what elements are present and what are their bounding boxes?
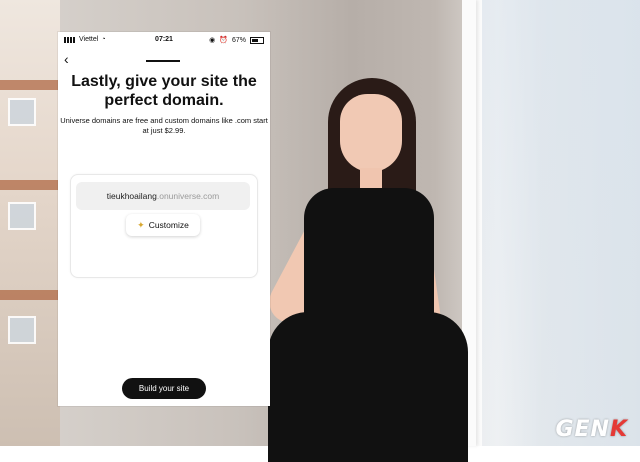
alarm-icon: ◉ bbox=[209, 37, 216, 44]
battery-percent: 67% bbox=[231, 36, 246, 44]
building-floor bbox=[0, 80, 60, 90]
watermark-logo: GENK bbox=[555, 417, 628, 442]
customize-button[interactable]: ✦ Customize bbox=[126, 214, 200, 236]
build-your-site-button[interactable]: Build your site bbox=[122, 378, 206, 399]
person-face bbox=[340, 94, 402, 172]
building-floor bbox=[0, 290, 60, 300]
battery-icon bbox=[250, 36, 264, 44]
phone-screenshot: Viettel ◔ 07:21 ◉ ⏰ 67% ‹ Lastly, give y… bbox=[58, 32, 270, 406]
building-window bbox=[8, 98, 36, 126]
customize-label: Customize bbox=[148, 220, 189, 230]
clock-icon: ⏰ bbox=[219, 37, 228, 44]
progress-indicator bbox=[146, 60, 180, 62]
page-title: Lastly, give your site the perfect domai… bbox=[71, 73, 257, 109]
building-window bbox=[8, 316, 36, 344]
sparkle-icon: ✦ bbox=[137, 219, 145, 230]
page-subtitle: Universe domains are free and custom dom… bbox=[60, 116, 268, 135]
status-right: ◉ ⏰ 67% bbox=[209, 36, 264, 44]
status-bar: Viettel ◔ 07:21 ◉ ⏰ 67% bbox=[58, 32, 270, 48]
watermark-text-right: K bbox=[609, 417, 628, 442]
building-floor bbox=[0, 180, 60, 190]
domain-field[interactable]: tieukhoailang.onuniverse.com bbox=[76, 182, 250, 210]
person-dress bbox=[268, 188, 468, 462]
building-window bbox=[8, 202, 36, 230]
watermark-text-left: GEN bbox=[555, 417, 610, 442]
background-building bbox=[0, 0, 60, 446]
domain-name: tieukhoailang bbox=[106, 191, 157, 201]
background-person bbox=[261, 70, 468, 462]
background-window-glass bbox=[482, 0, 640, 446]
top-bar: ‹ bbox=[58, 50, 270, 68]
chevron-left-icon[interactable]: ‹ bbox=[64, 50, 69, 68]
domain-suffix: .onuniverse.com bbox=[156, 191, 220, 201]
